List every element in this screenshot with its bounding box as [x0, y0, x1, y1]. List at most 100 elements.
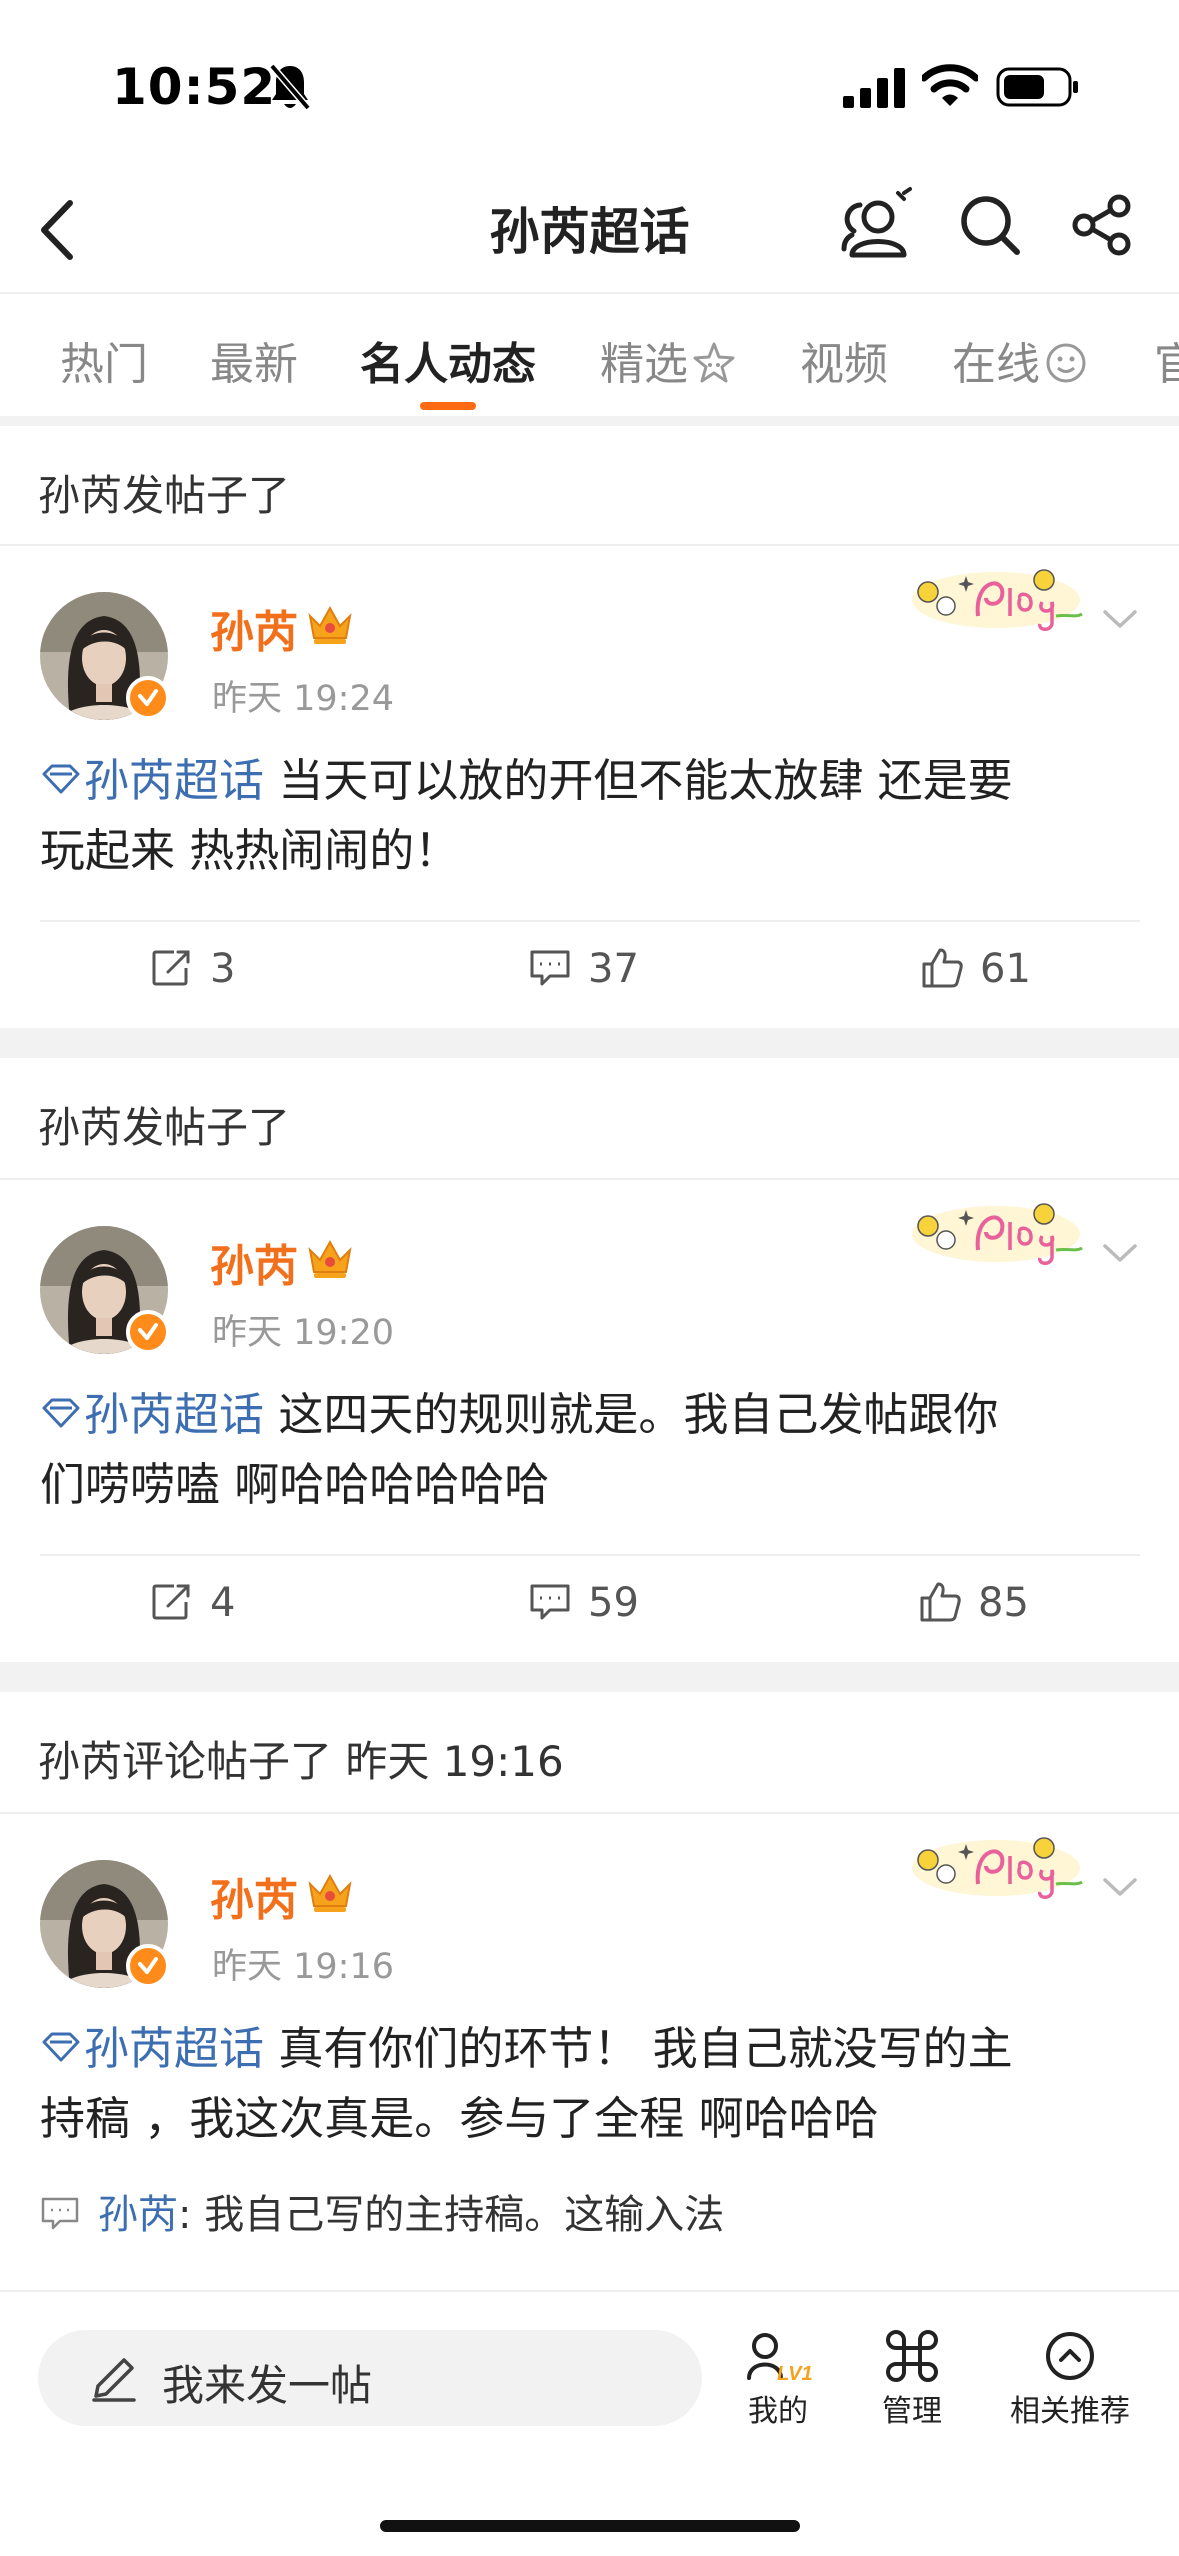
divider: [0, 1812, 1179, 1814]
manage-button[interactable]: 管理: [872, 2328, 952, 2430]
post-header: 孙芮评论帖子了 昨天 19:16: [38, 1737, 564, 1786]
tab-official[interactable]: 官: [1154, 328, 1179, 392]
bell-slash-icon: [269, 63, 311, 111]
mine-button[interactable]: LV1 我的: [738, 2328, 818, 2430]
repost-icon: [152, 950, 190, 986]
repost-count: 3: [210, 946, 236, 992]
post-header: 孙芮发帖子了: [38, 1103, 291, 1152]
tab-online-label: 在线: [952, 339, 1040, 390]
post-text-line-1: 真有你们的环节！ 我自己就没写的主: [264, 2022, 1013, 2075]
smiley-icon: [1046, 343, 1086, 383]
chevron-down-icon[interactable]: [1100, 1238, 1140, 1268]
profile-level-icon: LV1: [747, 2333, 813, 2384]
post-text-line-2: 玩起来 热热闹闹的！: [40, 824, 460, 877]
post-time: 昨天 19:24: [212, 679, 394, 719]
chevron-down-icon[interactable]: [1100, 604, 1140, 634]
author-name[interactable]: 孙芮: [210, 596, 298, 660]
repost-button[interactable]: 4: [150, 1580, 235, 1626]
section-gap: [0, 1662, 1179, 1692]
divider: [40, 1554, 1140, 1556]
like-button[interactable]: 61: [920, 946, 1031, 992]
topic-link[interactable]: 孙芮超话: [84, 754, 264, 807]
post-time: 昨天 19:16: [212, 1947, 394, 1987]
compose-post-button[interactable]: 我来发一帖: [38, 2330, 702, 2426]
chevron-down-icon[interactable]: [1100, 1872, 1140, 1902]
tab-latest[interactable]: 最新: [210, 328, 298, 392]
crown-icon: [308, 1239, 352, 1278]
recommend-label: 相关推荐: [1010, 2394, 1130, 2429]
tab-featured-label: 精选: [600, 339, 688, 390]
divider: [40, 920, 1140, 922]
compose-label: 我来发一帖: [162, 2361, 373, 2410]
repost-count: 4: [210, 1580, 236, 1626]
tab-hot[interactable]: 热门: [60, 328, 148, 392]
post-text-line-2: 们唠唠嗑 啊哈哈哈哈哈哈: [40, 1458, 550, 1511]
manage-label: 管理: [882, 2394, 942, 2429]
verified-badge-icon: [126, 1944, 170, 1988]
thumbs-up-icon: [922, 948, 963, 988]
post-text[interactable]: 孙芮超话 当天可以放的开但不能太放肆 还是要 玩起来 热热闹闹的！: [40, 746, 1150, 886]
plog-sticker-icon: [912, 1837, 1083, 1899]
level-badge: LV1: [777, 2363, 813, 2384]
post-card[interactable]: 孙芮发帖子了 孙芮 昨天 19:20 孙芮超话 这四天的规则就是。我自己发帖跟你…: [0, 1058, 1179, 1662]
battery-icon: [996, 67, 1078, 107]
home-indicator: [380, 2520, 800, 2532]
post-header: 孙芮发帖子了: [38, 471, 291, 520]
crown-icon: [308, 1873, 352, 1912]
post-card[interactable]: 孙芮评论帖子了 昨天 19:16 孙芮 昨天 19:16 孙芮超话 真有你们的环…: [0, 1692, 1179, 2290]
active-tab-indicator: [420, 402, 476, 410]
repost-icon: [152, 1584, 190, 1620]
comment-icon: [530, 1584, 570, 1620]
comment-preview[interactable]: 孙芮: 我自己写的主持稿。这输入法: [40, 2182, 724, 2240]
tab-featured[interactable]: 精选: [600, 328, 736, 392]
post-text[interactable]: 孙芮超话 这四天的规则就是。我自己发帖跟你 们唠唠嗑 啊哈哈哈哈哈哈: [40, 1380, 1150, 1520]
wifi-icon: [922, 64, 978, 106]
comment-count: 37: [588, 946, 639, 992]
cellular-signal-icon: [843, 68, 905, 108]
topic-diamond-icon: [42, 1398, 80, 1428]
repost-button[interactable]: 3: [150, 946, 235, 992]
tab-celebrity-updates[interactable]: 名人动态: [360, 328, 536, 392]
divider: [0, 544, 1179, 546]
post-text-line-2: 持稿 ，我这次真是。参与了全程 啊哈哈哈: [40, 2092, 879, 2145]
comment-author[interactable]: 孙芮: [98, 2192, 178, 2238]
post-text[interactable]: 孙芮超话 真有你们的环节！ 我自己就没写的主 持稿 ，我这次真是。参与了全程 啊…: [40, 2014, 1150, 2154]
tab-bar: 热门 最新 名人动态 精选 视频 在线 官: [0, 292, 1179, 416]
tab-online[interactable]: 在线: [952, 328, 1088, 392]
topic-diamond-icon: [42, 764, 80, 794]
author-name[interactable]: 孙芮: [210, 1864, 298, 1928]
section-gap: [0, 1028, 1179, 1058]
topic-link[interactable]: 孙芮超话: [84, 1388, 264, 1441]
nav-bar: 孙芮超话: [0, 170, 1179, 290]
status-bar: 10:52: [0, 0, 1179, 170]
topic-link[interactable]: 孙芮超话: [84, 2022, 264, 2075]
pencil-icon: [92, 2358, 136, 2402]
status-time: 10:52: [112, 58, 277, 116]
thumbs-up-icon: [920, 1582, 961, 1622]
mine-label: 我的: [748, 2394, 808, 2429]
comment-count: 59: [588, 1580, 639, 1626]
post-text-line-1: 当天可以放的开但不能太放肆 还是要: [264, 754, 1013, 807]
divider: [0, 1178, 1179, 1180]
group-members-icon[interactable]: [838, 185, 918, 265]
comment-button[interactable]: 59: [528, 1580, 639, 1626]
search-icon[interactable]: [955, 190, 1025, 260]
crown-icon: [308, 605, 352, 644]
comment-button[interactable]: 37: [528, 946, 639, 992]
chevron-up-circle-icon: [1046, 2332, 1094, 2380]
recommend-button[interactable]: 相关推荐: [1000, 2328, 1140, 2430]
comment-icon: [41, 2197, 79, 2230]
author-name[interactable]: 孙芮: [210, 1230, 298, 1294]
share-icon[interactable]: [1067, 190, 1137, 260]
post-time: 昨天 19:20: [212, 1313, 394, 1353]
comment-icon: [530, 950, 570, 986]
tab-video[interactable]: 视频: [800, 328, 888, 392]
command-icon: [886, 2330, 938, 2382]
post-card[interactable]: 孙芮发帖子了 孙芮 昨天 19:24 孙芮超话 当天可以放的开但不能太放肆 还是…: [0, 426, 1179, 1028]
like-button[interactable]: 85: [918, 1580, 1029, 1626]
verified-badge-icon: [126, 1310, 170, 1354]
comment-text: : 我自己写的主持稿。这输入法: [178, 2192, 725, 2238]
like-count: 61: [980, 946, 1031, 992]
section-gap: [0, 416, 1179, 426]
star-face-icon: [693, 342, 735, 383]
